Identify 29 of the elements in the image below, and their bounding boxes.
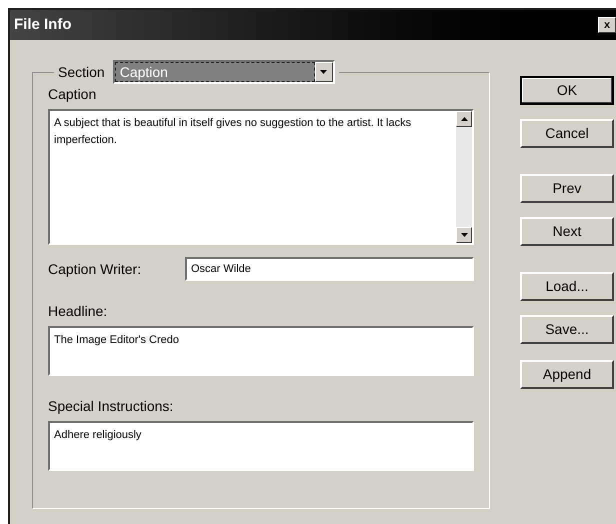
close-button[interactable]: x: [598, 17, 616, 33]
text-area[interactable]: A subject that is beautiful in itself gives no suggestion to the artist. It lacks imperfection.: [48, 109, 474, 245]
scroll-down-button[interactable]: [456, 227, 472, 243]
text-field[interactable]: Oscar Wilde: [185, 257, 474, 281]
text-area[interactable]: Adhere religiously: [48, 421, 474, 471]
up-arrow-icon: [460, 117, 468, 121]
field-text: A subject that is beautiful in itself gives no suggestion to the artist. It lacks imperfection.: [54, 116, 412, 148]
dialog-button[interactable]: Next: [520, 217, 614, 246]
dialog-button[interactable]: OK: [520, 76, 614, 105]
field-label: Caption: [48, 85, 98, 104]
section-dropdown[interactable]: Caption: [112, 60, 335, 84]
field-text: Adhere religiously: [54, 428, 142, 443]
dialog-button[interactable]: Save...: [520, 315, 614, 344]
dialog-button[interactable]: Prev: [520, 174, 614, 203]
scrollbar[interactable]: [456, 111, 472, 243]
field-label: Headline:: [48, 302, 108, 321]
text-area[interactable]: The Image Editor's Credo: [48, 326, 474, 376]
dropdown-value: Caption: [114, 62, 315, 82]
field-label: Special Instructions:: [48, 397, 174, 416]
dialog-button[interactable]: Append: [520, 360, 614, 389]
dialog-button[interactable]: Load...: [520, 272, 614, 301]
down-arrow-icon: [460, 233, 468, 237]
scroll-up-button[interactable]: [456, 111, 472, 127]
dropdown-arrow-icon: [320, 70, 328, 74]
dialog-button[interactable]: Cancel: [520, 119, 614, 148]
field-text: The Image Editor's Credo: [54, 333, 180, 348]
field-label: Caption Writer:: [48, 260, 142, 279]
section-label: Section: [58, 62, 105, 82]
window-title: File Info: [14, 14, 72, 35]
